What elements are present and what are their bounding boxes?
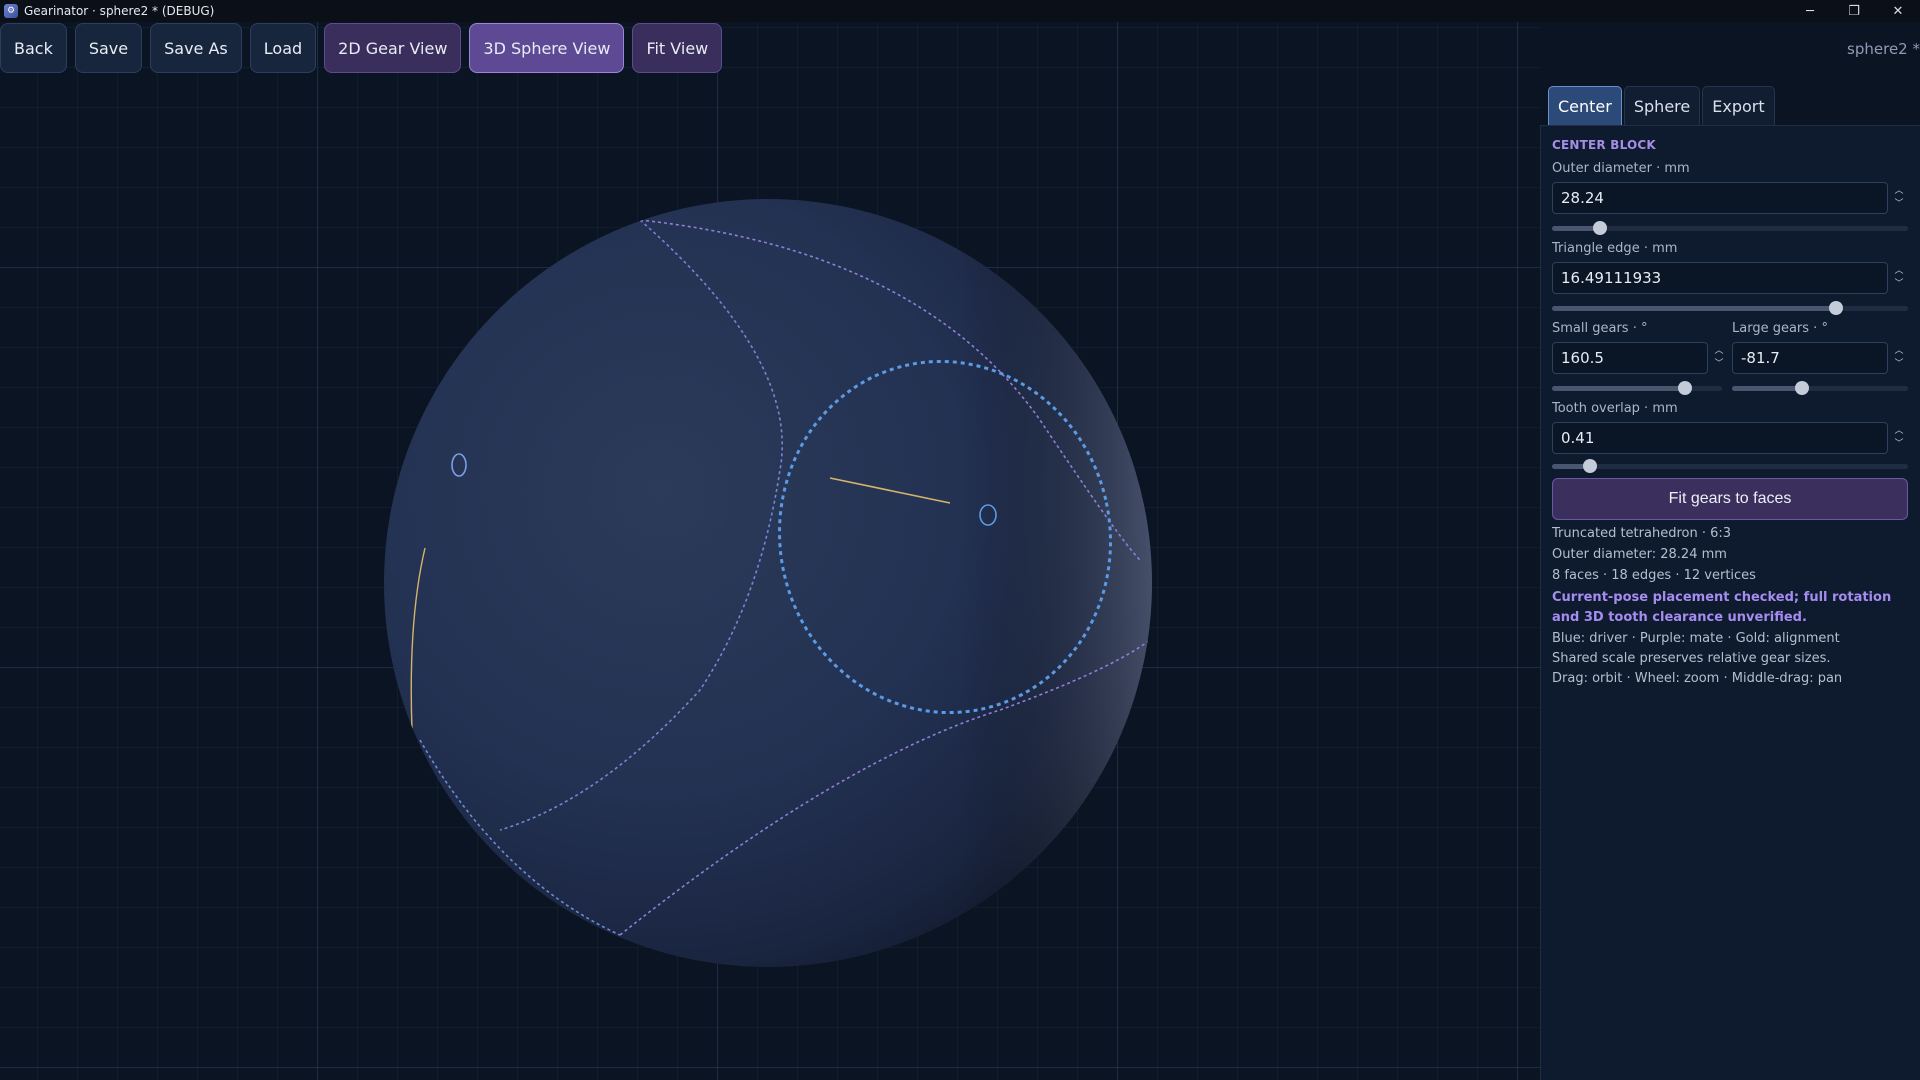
gear-view-button[interactable]: 2D Gear View: [324, 23, 462, 73]
chevron-down-icon[interactable]: ﹀: [1894, 198, 1903, 211]
tooth-overlap-slider[interactable]: [1552, 459, 1908, 473]
controls-hint: Drag: orbit · Wheel: zoom · Middle-drag:…: [1552, 671, 1843, 686]
close-icon[interactable]: ✕: [1876, 0, 1920, 22]
slider-thumb[interactable]: [1678, 381, 1692, 395]
chevron-down-icon[interactable]: ﹀: [1894, 438, 1903, 451]
slider-thumb[interactable]: [1583, 459, 1597, 473]
section-title: CENTER BLOCK: [1552, 138, 1656, 152]
outer-diameter-stepper[interactable]: ︿ ﹀: [1892, 182, 1906, 214]
diameter-info: Outer diameter: 28.24 mm: [1552, 547, 1727, 562]
tab-sphere[interactable]: Sphere: [1623, 86, 1701, 126]
placement-warning: Current-pose placement checked; full rot…: [1552, 590, 1892, 625]
small-gears-label: Small gears · °: [1552, 321, 1648, 336]
tooth-overlap-input[interactable]: 0.41: [1552, 422, 1888, 454]
outer-diameter-input[interactable]: 28.24: [1552, 182, 1888, 214]
color-legend: Blue: driver · Purple: mate · Gold: alig…: [1552, 631, 1840, 646]
slider-thumb[interactable]: [1593, 221, 1607, 235]
small-gears-stepper[interactable]: ︿ ﹀: [1712, 342, 1726, 374]
chevron-down-icon[interactable]: ﹀: [1894, 358, 1903, 371]
save-button[interactable]: Save: [74, 23, 143, 73]
chevron-up-icon[interactable]: ︿: [1714, 345, 1723, 358]
window-title: Gearinator · sphere2 * (DEBUG): [24, 4, 215, 18]
slider-thumb[interactable]: [1795, 381, 1809, 395]
fit-view-button[interactable]: Fit View: [632, 23, 723, 73]
main-toolbar: Back Save Save As Load 2D Gear View 3D S…: [0, 23, 723, 73]
chevron-up-icon[interactable]: ︿: [1894, 265, 1903, 278]
shape-info: Truncated tetrahedron · 6:3: [1552, 526, 1732, 541]
large-gears-stepper[interactable]: ︿ ﹀: [1892, 342, 1906, 374]
scale-note: Shared scale preserves relative gear siz…: [1552, 651, 1831, 666]
outer-diameter-slider[interactable]: [1552, 221, 1908, 235]
tab-export[interactable]: Export: [1702, 86, 1775, 126]
title-bar: ⚙ Gearinator · sphere2 * (DEBUG) ─ ❐ ✕: [0, 0, 1920, 22]
chevron-down-icon[interactable]: ﹀: [1714, 358, 1723, 371]
sphere-viewport[interactable]: [0, 22, 1540, 1080]
restore-icon[interactable]: ❐: [1832, 0, 1876, 22]
window-controls: ─ ❐ ✕: [1788, 0, 1920, 22]
sphere-view-button[interactable]: 3D Sphere View: [469, 23, 625, 73]
chevron-up-icon[interactable]: ︿: [1894, 425, 1903, 438]
large-gears-input[interactable]: -81.7: [1732, 342, 1888, 374]
chevron-up-icon[interactable]: ︿: [1894, 185, 1903, 198]
sphere-rim-light: [384, 199, 1152, 967]
small-gears-slider[interactable]: [1552, 381, 1722, 395]
tooth-overlap-label: Tooth overlap · mm: [1552, 401, 1678, 416]
large-gears-slider[interactable]: [1732, 381, 1908, 395]
center-block-controls: CENTER BLOCK: [1552, 138, 1910, 152]
sphere-scene: [384, 199, 1152, 967]
large-gears-label: Large gears · °: [1732, 321, 1828, 336]
save-as-button[interactable]: Save As: [150, 23, 242, 73]
triangle-edge-input[interactable]: 16.49111933: [1552, 262, 1888, 294]
slider-thumb[interactable]: [1829, 301, 1843, 315]
load-button[interactable]: Load: [249, 23, 317, 73]
topology-info: 8 faces · 18 edges · 12 vertices: [1552, 568, 1756, 583]
triangle-edge-slider[interactable]: [1552, 301, 1908, 315]
app-icon: ⚙: [4, 4, 18, 18]
back-button[interactable]: Back: [0, 23, 67, 73]
tooth-overlap-stepper[interactable]: ︿ ﹀: [1892, 422, 1906, 454]
triangle-edge-label: Triangle edge · mm: [1552, 241, 1678, 256]
small-gears-input[interactable]: 160.5: [1552, 342, 1708, 374]
outer-diameter-label: Outer diameter · mm: [1552, 161, 1690, 176]
triangle-edge-stepper[interactable]: ︿ ﹀: [1892, 262, 1906, 294]
tab-center[interactable]: Center: [1548, 86, 1622, 126]
fit-gears-button[interactable]: Fit gears to faces: [1552, 478, 1908, 520]
document-name: sphere2 *: [1847, 40, 1920, 58]
panel-tabs: Center Sphere Export: [1548, 86, 1775, 126]
minimize-icon[interactable]: ─: [1788, 0, 1832, 22]
chevron-down-icon[interactable]: ﹀: [1894, 278, 1903, 291]
chevron-up-icon[interactable]: ︿: [1894, 345, 1903, 358]
